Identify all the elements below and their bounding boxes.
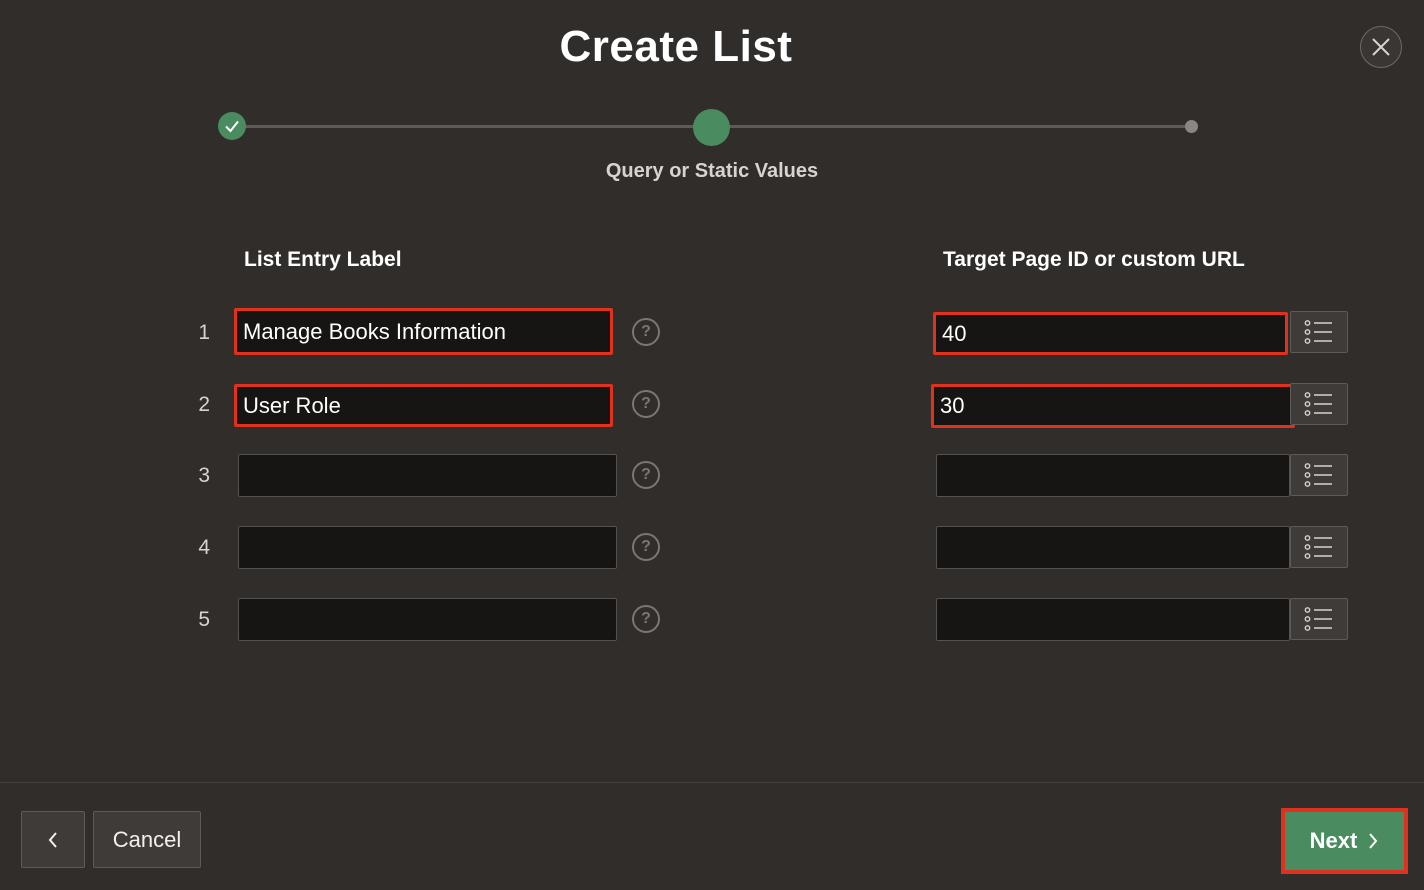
wizard-step-label: Query or Static Values xyxy=(605,160,819,182)
row-number: 5 xyxy=(198,608,210,631)
list-of-values-button[interactable] xyxy=(1290,383,1348,425)
list-entry-label-input-2[interactable] xyxy=(234,384,613,427)
list-entry-label-input-4[interactable] xyxy=(238,526,617,569)
wizard-step-current xyxy=(693,109,730,146)
list-of-values-button[interactable] xyxy=(1290,598,1348,640)
wizard-step-complete xyxy=(218,112,246,140)
help-icon[interactable]: ? xyxy=(632,605,660,633)
list-entry-label-input-1[interactable] xyxy=(234,308,613,355)
row-number: 3 xyxy=(198,464,210,487)
create-list-dialog: Create List Query or Static Values List … xyxy=(0,0,1424,890)
next-button[interactable]: Next xyxy=(1281,808,1408,874)
list-of-values-button[interactable] xyxy=(1290,454,1348,496)
chevron-right-icon xyxy=(1369,833,1378,849)
list-icon xyxy=(1304,392,1332,416)
list-of-values-button[interactable] xyxy=(1290,311,1348,353)
list-entry-label-input-5[interactable] xyxy=(238,598,617,641)
list-of-values-button[interactable] xyxy=(1290,526,1348,568)
cancel-button[interactable]: Cancel xyxy=(93,811,201,868)
target-page-header: Target Page ID or custom URL xyxy=(943,248,1245,271)
target-page-input-3[interactable] xyxy=(936,454,1290,497)
row-number: 1 xyxy=(198,321,210,344)
next-button-label: Next xyxy=(1309,828,1358,853)
footer-divider xyxy=(0,782,1424,783)
row-number: 4 xyxy=(198,536,210,559)
target-page-input-4[interactable] xyxy=(936,526,1290,569)
target-page-input-1[interactable] xyxy=(933,312,1288,355)
help-icon[interactable]: ? xyxy=(632,533,660,561)
chevron-left-icon xyxy=(48,831,57,848)
close-icon xyxy=(1372,38,1390,56)
previous-button[interactable] xyxy=(21,811,85,868)
check-icon xyxy=(225,120,239,133)
list-entry-label-header: List Entry Label xyxy=(244,248,402,271)
close-button[interactable] xyxy=(1360,26,1402,68)
list-icon xyxy=(1304,320,1332,344)
help-icon[interactable]: ? xyxy=(632,390,660,418)
list-icon xyxy=(1304,463,1332,487)
help-icon[interactable]: ? xyxy=(632,318,660,346)
help-icon[interactable]: ? xyxy=(632,461,660,489)
list-entry-label-input-3[interactable] xyxy=(238,454,617,497)
row-number: 2 xyxy=(198,393,210,416)
target-page-input-5[interactable] xyxy=(936,598,1290,641)
dialog-title: Create List xyxy=(559,22,793,71)
list-icon xyxy=(1304,607,1332,631)
wizard-step-upcoming xyxy=(1185,120,1198,133)
list-icon xyxy=(1304,535,1332,559)
target-page-input-2[interactable] xyxy=(931,384,1295,428)
